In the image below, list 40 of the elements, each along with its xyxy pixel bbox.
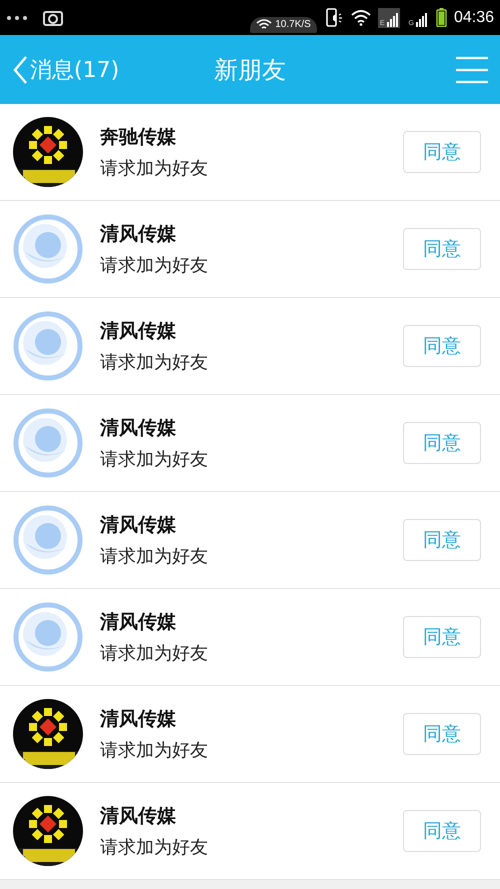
avatar-icon [13, 408, 83, 478]
accept-button[interactable]: 同意 [403, 228, 481, 270]
contact-name: 清风传媒 [100, 610, 177, 635]
accept-button[interactable]: 同意 [403, 616, 481, 658]
avatar-icon [13, 311, 83, 381]
wifi-icon [350, 10, 371, 26]
contact-name: 清风传媒 [100, 513, 177, 538]
avatar-icon [13, 505, 83, 575]
clock-time: 04:36 [454, 8, 494, 26]
request-message: 请求加为好友 [100, 351, 209, 374]
contact-name: 清风传媒 [100, 222, 177, 247]
phone-speaker-icon [324, 8, 344, 28]
avatar-icon [13, 214, 83, 284]
request-message: 请求加为好友 [100, 642, 209, 665]
request-message: 请求加为好友 [100, 739, 209, 762]
page-title: 新朋友 [214, 54, 286, 86]
contact-name: 清风传媒 [100, 416, 177, 441]
request-message: 请求加为好友 [100, 448, 209, 471]
camera-icon [42, 8, 64, 26]
back-button[interactable]: 消息(17) [12, 54, 120, 84]
contact-name: 清风传媒 [100, 707, 177, 732]
accept-button[interactable]: 同意 [403, 325, 481, 367]
speed-indicator: 10.7K/S [250, 16, 317, 32]
accept-button[interactable]: 同意 [403, 810, 481, 852]
request-message: 请求加为好友 [100, 157, 209, 180]
accept-button[interactable]: 同意 [403, 422, 481, 464]
avatar-icon [13, 602, 83, 672]
accept-button[interactable]: 同意 [403, 519, 481, 561]
accept-button[interactable]: 同意 [403, 131, 481, 173]
accept-button[interactable]: 同意 [403, 713, 481, 755]
contact-name: 清风传媒 [100, 804, 177, 829]
contact-name: 清风传媒 [100, 319, 177, 344]
request-message: 请求加为好友 [100, 836, 209, 859]
back-icon [12, 54, 28, 84]
more-icon [6, 14, 28, 20]
request-message: 请求加为好友 [100, 545, 209, 568]
battery-icon [436, 8, 447, 27]
menu-icon[interactable] [456, 56, 488, 84]
contact-name: 奔驰传媒 [100, 125, 177, 150]
request-message: 请求加为好友 [100, 254, 209, 277]
